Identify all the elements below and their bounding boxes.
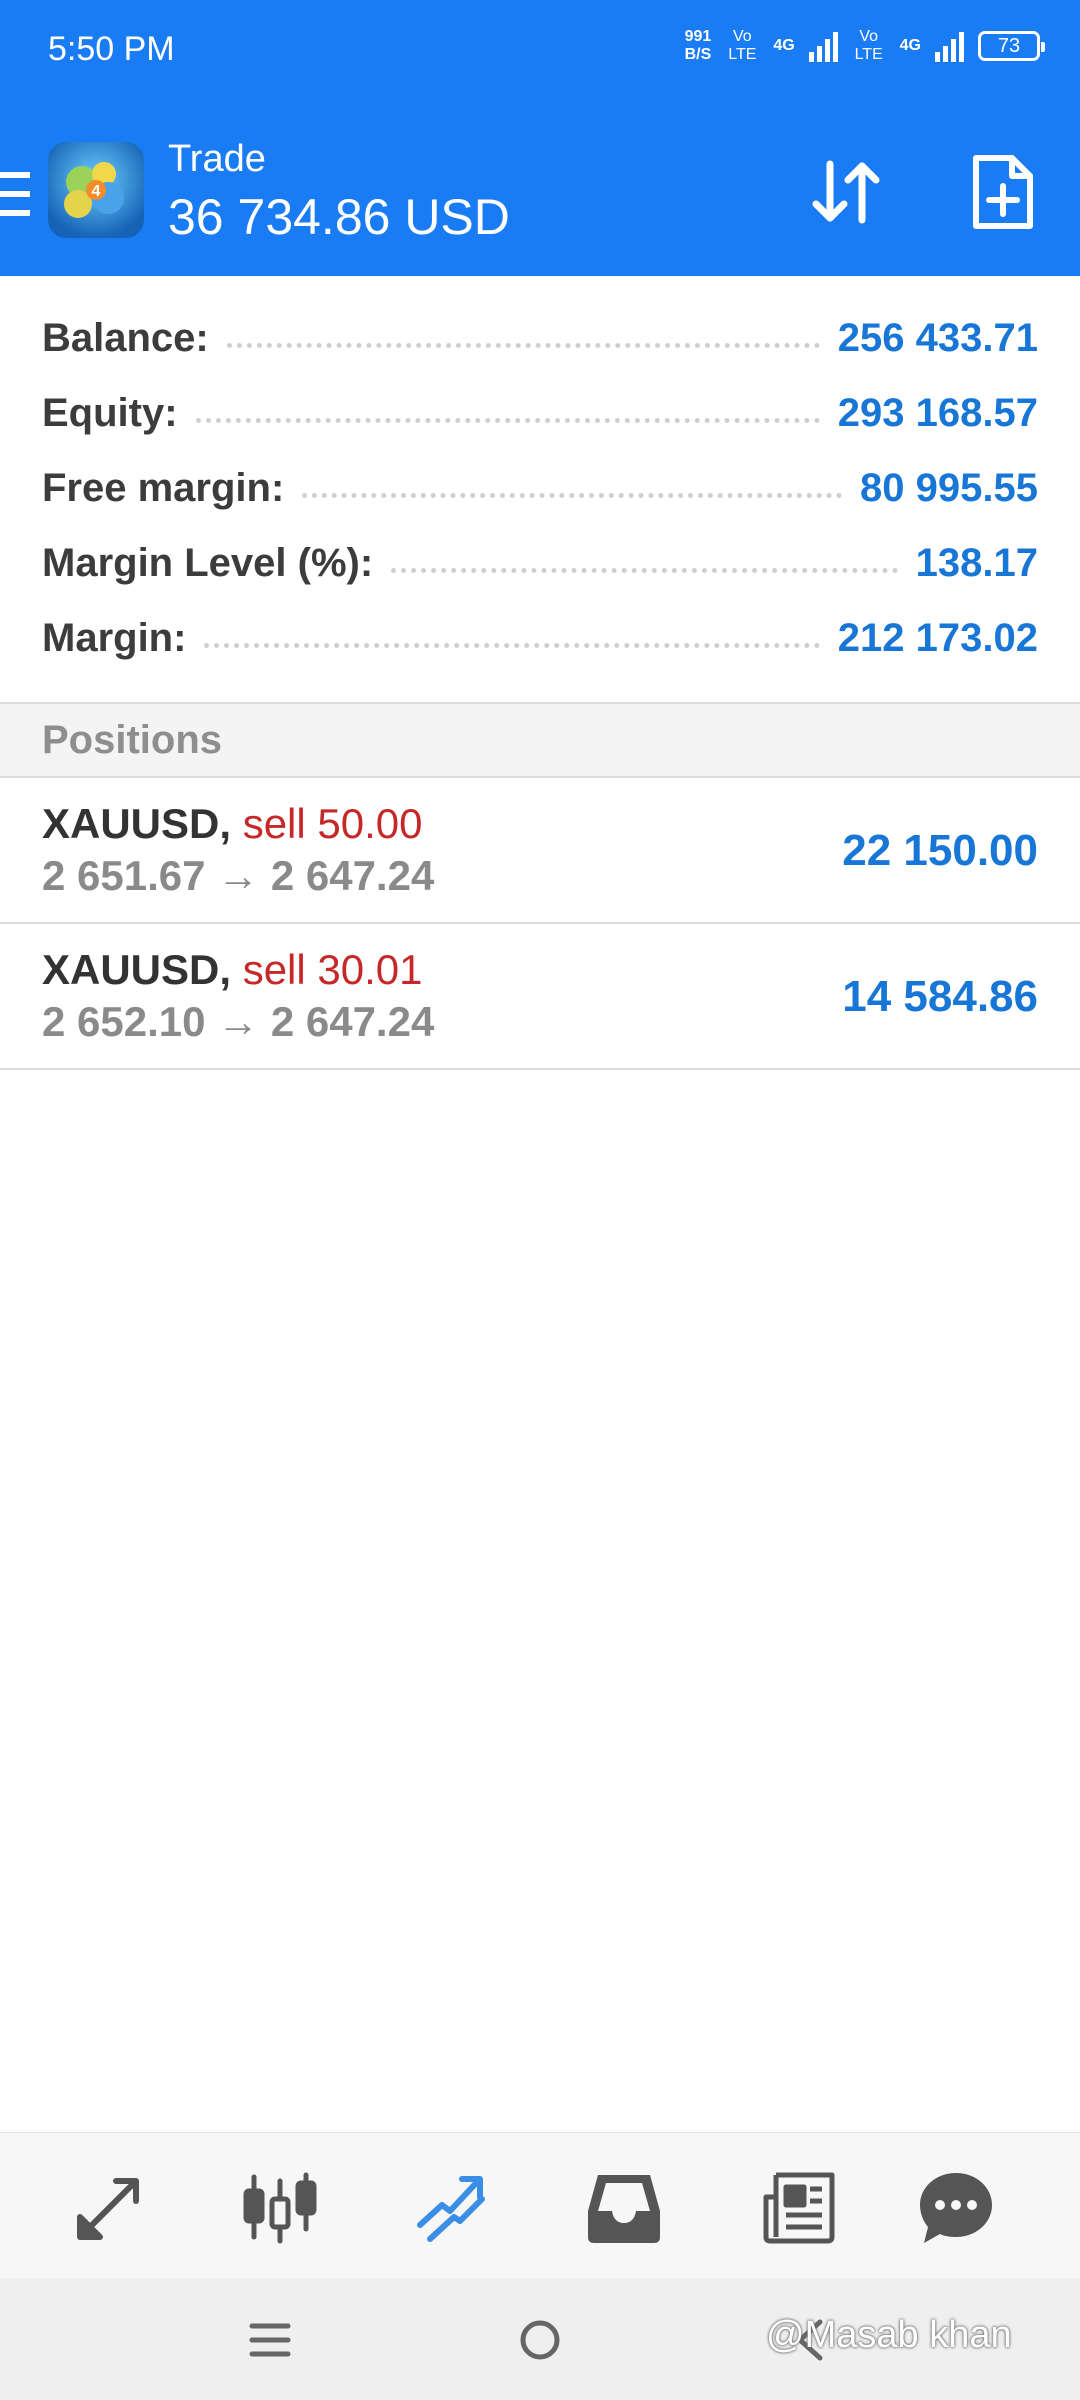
position-prices: 2 651.67 → 2 647.24 bbox=[42, 852, 435, 899]
news-icon[interactable] bbox=[760, 2167, 840, 2247]
dotted-leader bbox=[226, 342, 820, 348]
status-time: 5:50 PM bbox=[48, 30, 175, 68]
positions-section-header: Positions bbox=[0, 702, 1080, 778]
dotted-leader bbox=[391, 567, 898, 573]
dotted-leader bbox=[302, 492, 843, 498]
position-symbol: XAUUSD, bbox=[42, 946, 232, 993]
bottom-navigation bbox=[0, 2132, 1080, 2279]
summary-value: 212 173.02 bbox=[837, 615, 1038, 660]
network-type: 4G bbox=[773, 37, 795, 54]
positions-title: Positions bbox=[42, 718, 223, 762]
summary-label: Balance: bbox=[42, 315, 209, 360]
page-title: Trade bbox=[168, 138, 266, 180]
watermark: @Masab khan bbox=[766, 2314, 1012, 2356]
new-order-icon[interactable] bbox=[962, 152, 1042, 232]
summary-row-margin-level: Margin Level (%): 138.17 bbox=[42, 533, 1038, 593]
position-profit: 14 584.86 bbox=[842, 972, 1038, 1021]
network-type: 4G bbox=[899, 37, 921, 54]
history-icon[interactable] bbox=[584, 2167, 664, 2247]
sort-arrows-icon[interactable] bbox=[806, 152, 886, 232]
volte-indicator: Vo LTE bbox=[728, 28, 757, 63]
summary-label: Margin Level (%): bbox=[42, 540, 374, 585]
dotted-leader bbox=[204, 642, 820, 648]
account-balance-header: 36 734.86 USD bbox=[168, 189, 510, 245]
network-speed: 991 B/S bbox=[684, 28, 712, 63]
summary-value: 256 433.71 bbox=[837, 315, 1038, 360]
account-summary: Balance: 256 433.71 Equity: 293 168.57 F… bbox=[0, 276, 1080, 702]
position-row[interactable]: XAUUSD, sell 30.01 2 652.10 → 2 647.24 1… bbox=[0, 924, 1080, 1070]
signal-strength-icon bbox=[935, 30, 964, 62]
system-navigation-bar: @Masab khan bbox=[0, 2278, 1080, 2400]
svg-text:4: 4 bbox=[92, 183, 101, 200]
home-icon[interactable] bbox=[516, 2316, 564, 2364]
app-header: 4 Trade 36 734.86 USD bbox=[0, 110, 1080, 276]
status-bar: 5:50 PM 991 B/S Vo LTE 4G Vo LTE 4G 73 bbox=[0, 0, 1080, 110]
metatrader-logo-icon: 4 bbox=[48, 142, 144, 238]
position-profit: 22 150.00 bbox=[842, 826, 1038, 875]
position-row[interactable]: XAUUSD, sell 50.00 2 651.67 → 2 647.24 2… bbox=[0, 778, 1080, 924]
summary-row-free-margin: Free margin: 80 995.55 bbox=[42, 458, 1038, 518]
quotes-icon[interactable] bbox=[70, 2167, 150, 2247]
summary-value: 138.17 bbox=[915, 540, 1038, 585]
battery-level: 73 bbox=[997, 34, 1021, 57]
summary-label: Free margin: bbox=[42, 465, 285, 510]
position-side: sell 50.00 bbox=[242, 800, 423, 847]
position-side: sell 30.01 bbox=[242, 946, 423, 993]
volte-indicator: Vo LTE bbox=[854, 28, 883, 63]
trade-icon[interactable] bbox=[412, 2167, 492, 2247]
status-icons: 991 B/S Vo LTE 4G Vo LTE 4G 73 bbox=[684, 28, 1045, 64]
position-prices: 2 652.10 → 2 647.24 bbox=[42, 998, 435, 1045]
summary-value: 80 995.55 bbox=[860, 465, 1038, 510]
summary-label: Equity: bbox=[42, 390, 178, 435]
summary-row-balance: Balance: 256 433.71 bbox=[42, 308, 1038, 368]
position-symbol: XAUUSD, bbox=[42, 800, 232, 847]
messages-icon[interactable] bbox=[916, 2167, 996, 2247]
menu-icon[interactable] bbox=[0, 172, 30, 216]
summary-row-equity: Equity: 293 168.57 bbox=[42, 383, 1038, 443]
summary-label: Margin: bbox=[42, 615, 187, 660]
signal-strength-icon bbox=[808, 30, 838, 62]
recents-icon[interactable] bbox=[246, 2316, 294, 2364]
dotted-leader bbox=[195, 417, 820, 423]
chart-icon[interactable] bbox=[240, 2167, 320, 2247]
battery-icon: 73 bbox=[978, 31, 1045, 61]
summary-value: 293 168.57 bbox=[837, 390, 1038, 435]
summary-row-margin: Margin: 212 173.02 bbox=[42, 608, 1038, 668]
